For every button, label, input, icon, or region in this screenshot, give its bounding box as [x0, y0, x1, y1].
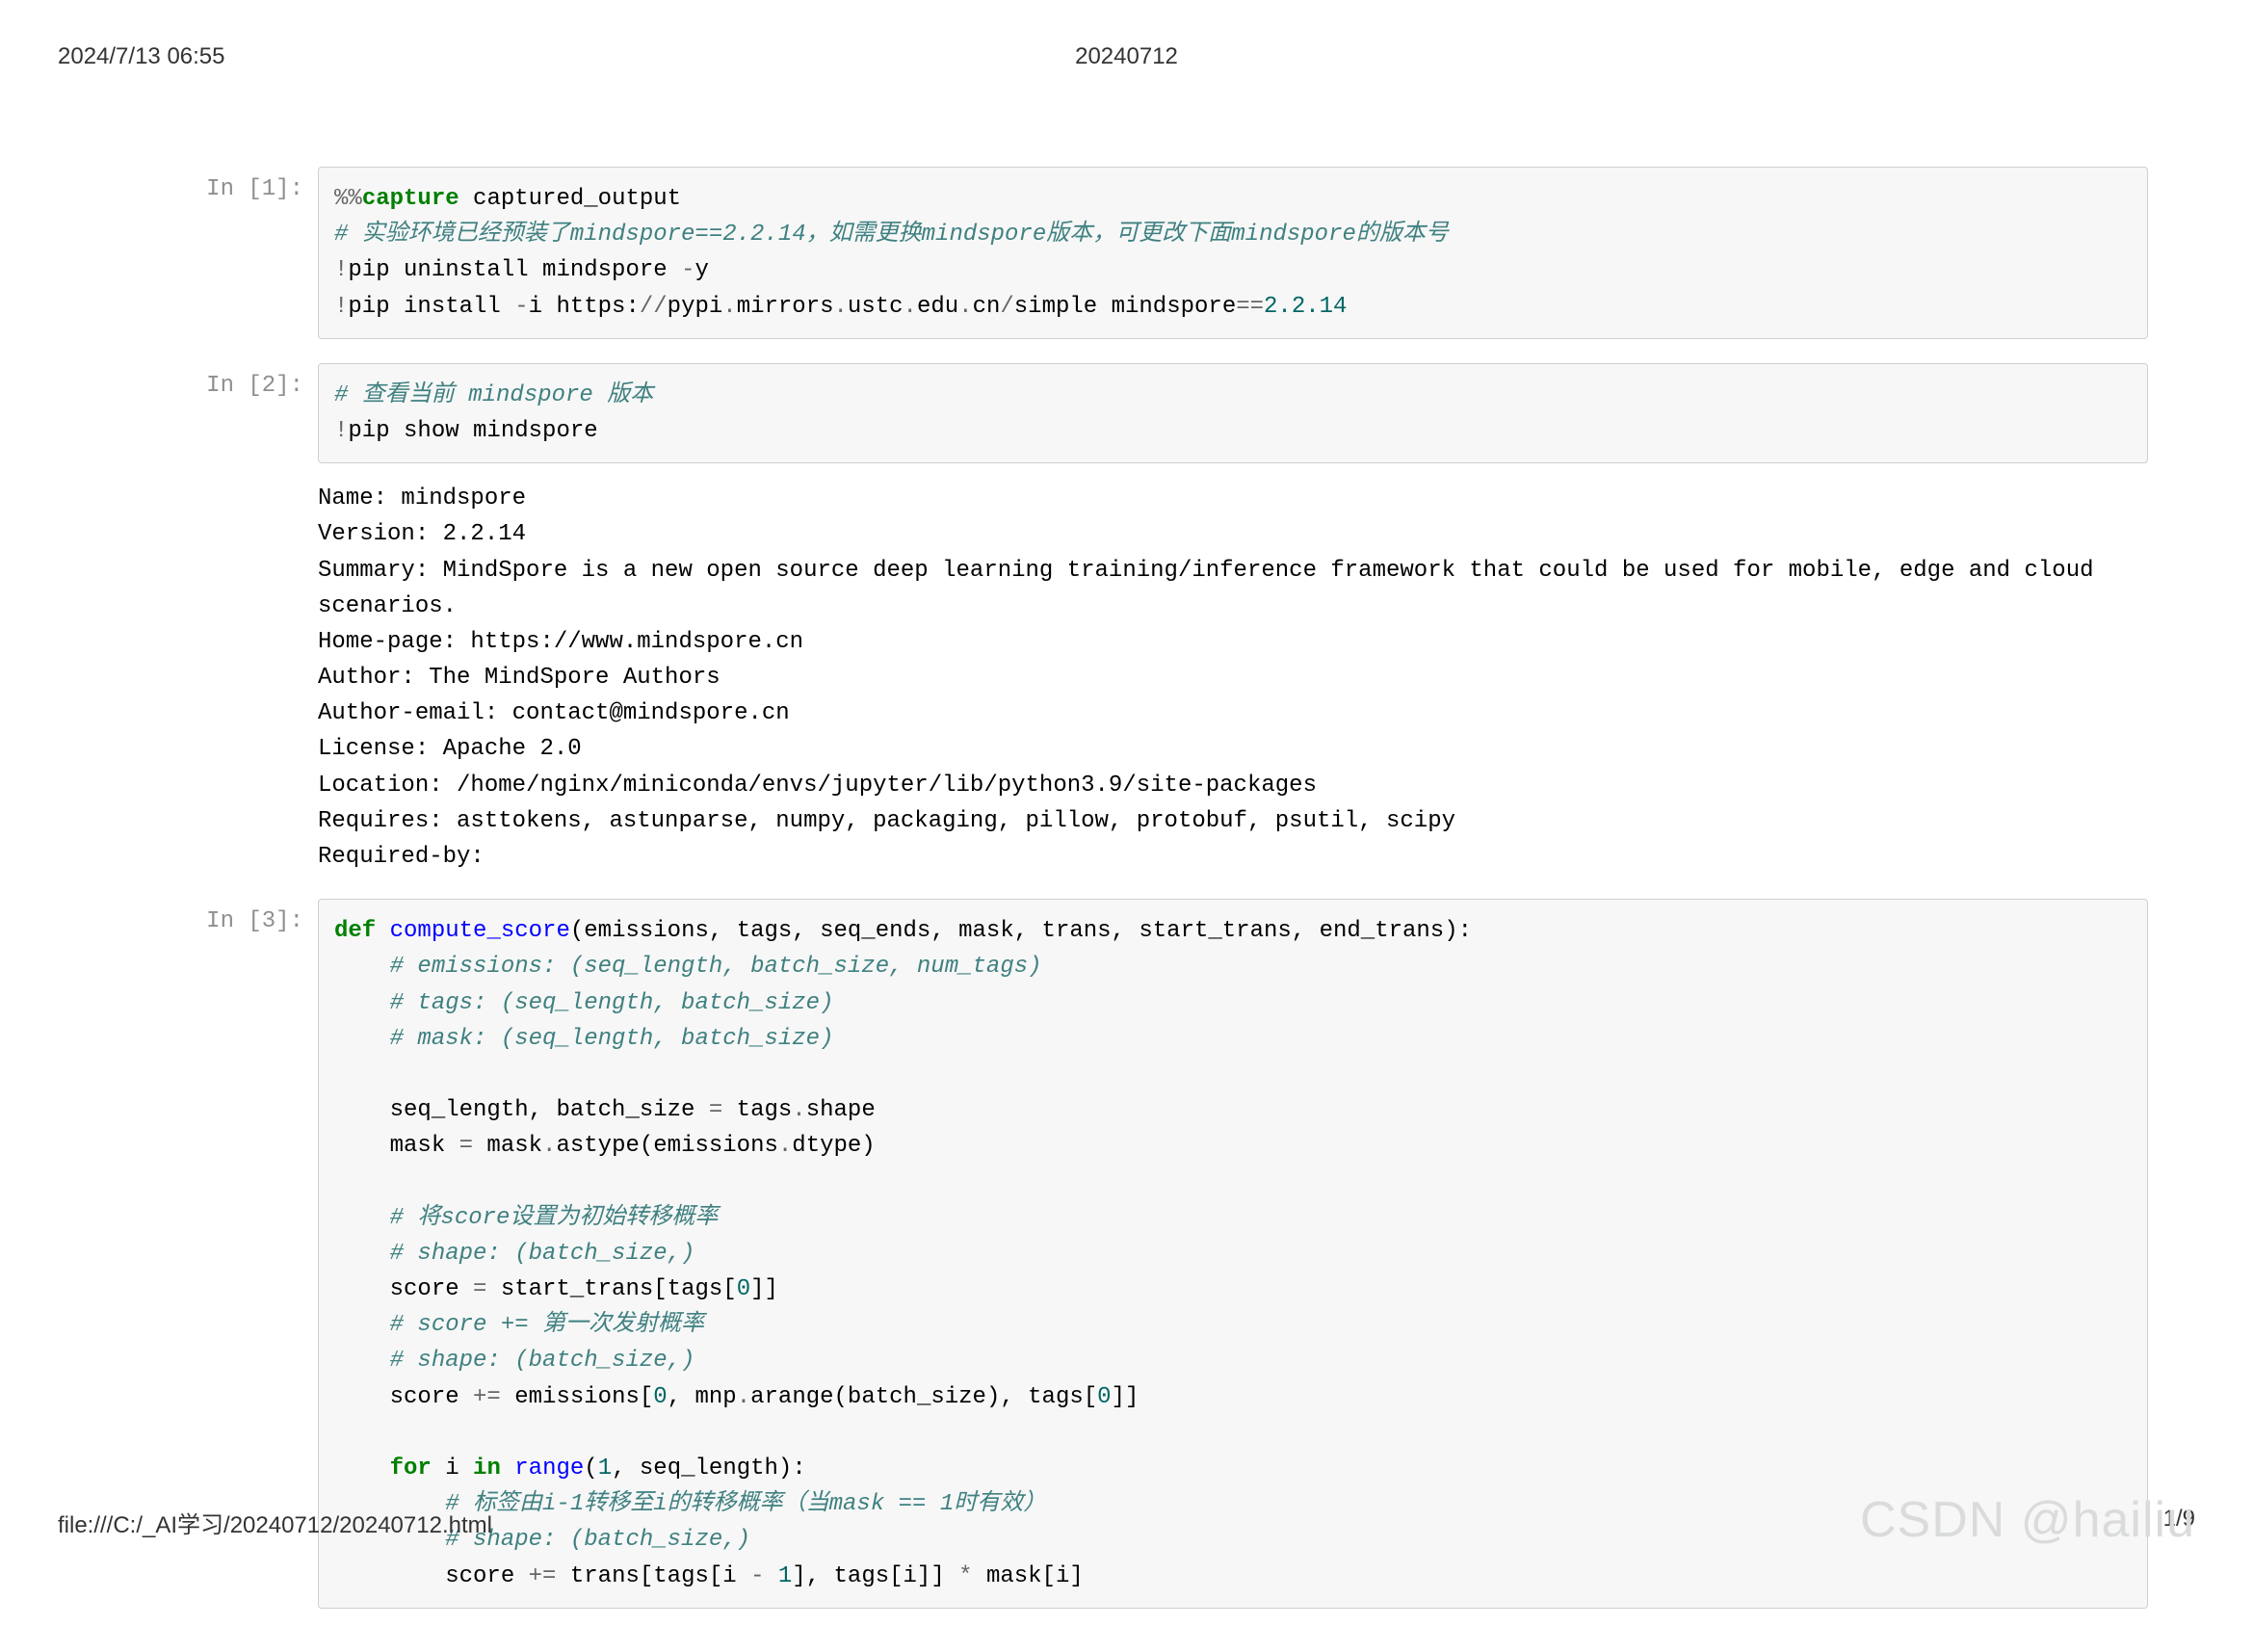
header-doc-title: 20240712 — [1075, 43, 1178, 70]
footer-path: file:///C:/_AI学习/20240712/20240712.html — [58, 1506, 492, 1539]
cell-content: %%capture captured_output # 实验环境已经预装了min… — [318, 167, 2148, 339]
page-footer: file:///C:/_AI学习/20240712/20240712.html … — [58, 1506, 2195, 1539]
code-input[interactable]: def compute_score(emissions, tags, seq_e… — [318, 899, 2148, 1609]
code-input[interactable]: %%capture captured_output # 实验环境已经预装了min… — [318, 167, 2148, 339]
code-output: Name: mindspore Version: 2.2.14 Summary:… — [318, 463, 2148, 875]
footer-page-number: 1/9 — [2163, 1506, 2195, 1539]
code-input[interactable]: # 查看当前 mindspore 版本 !pip show mindspore — [318, 363, 2148, 463]
code-cell: In [2]: # 查看当前 mindspore 版本 !pip show mi… — [193, 363, 2234, 875]
header-timestamp: 2024/7/13 06:55 — [58, 43, 225, 70]
code-cell: In [3]: def compute_score(emissions, tag… — [193, 899, 2234, 1609]
input-prompt: In [2]: — [193, 363, 318, 399]
cell-content: def compute_score(emissions, tags, seq_e… — [318, 899, 2148, 1609]
cell-content: # 查看当前 mindspore 版本 !pip show mindspore … — [318, 363, 2148, 875]
page-header: 2024/7/13 06:55 20240712 — [0, 0, 2253, 90]
notebook-body: In [1]: %%capture captured_output # 实验环境… — [0, 90, 2253, 1652]
code-cell: In [1]: %%capture captured_output # 实验环境… — [193, 167, 2234, 339]
input-prompt: In [1]: — [193, 167, 318, 202]
input-prompt: In [3]: — [193, 899, 318, 934]
